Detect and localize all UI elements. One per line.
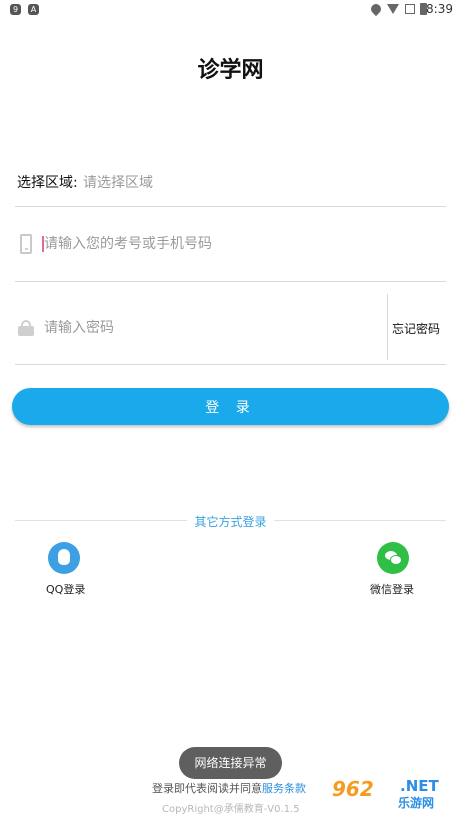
notification-icon: 9 — [10, 4, 21, 15]
wechat-icon — [391, 556, 401, 564]
qq-login-label: QQ登录 — [46, 583, 86, 596]
phone-input[interactable] — [44, 235, 374, 253]
qq-icon — [58, 549, 70, 565]
wechat-login-button[interactable] — [377, 542, 409, 574]
agreement-prefix: 登录即代表阅读并同意 — [152, 782, 262, 795]
login-button[interactable]: 登 录 — [12, 388, 449, 425]
divider — [15, 364, 446, 365]
location-icon — [368, 1, 384, 17]
field-separator — [387, 294, 388, 360]
lock-icon — [18, 320, 34, 336]
region-select[interactable]: 请选择区域 — [83, 172, 153, 192]
notification-icon: A — [28, 4, 39, 15]
phone-icon — [20, 234, 32, 254]
watermark-site: 乐游网 — [398, 796, 435, 810]
watermark-net: .NET — [400, 777, 439, 795]
copyright-text: CopyRight@承儒教育-V0.1.5 — [162, 804, 300, 815]
watermark-number: 962 — [332, 777, 374, 801]
password-input[interactable] — [44, 319, 374, 337]
other-login-label: 其它方式登录 — [194, 515, 267, 529]
no-signal-icon — [405, 4, 415, 14]
status-bar: 9 A 8:39 — [0, 0, 461, 20]
region-label: 选择区域: — [17, 175, 78, 191]
status-time: 8:39 — [426, 2, 453, 16]
agreement-text: 登录即代表阅读并同意服务条款 — [152, 780, 306, 796]
toast-message: 网络连接异常 — [179, 747, 282, 779]
divider — [15, 281, 446, 282]
wifi-icon — [387, 4, 399, 14]
site-watermark: 962 .NET 乐游网 — [322, 774, 455, 812]
divider — [15, 206, 446, 207]
qq-login-button[interactable] — [48, 542, 80, 574]
page-title: 诊学网 — [197, 58, 264, 83]
terms-link[interactable]: 服务条款 — [262, 782, 306, 795]
wechat-login-label: 微信登录 — [370, 583, 414, 596]
forgot-password-button[interactable]: 忘记密码 — [392, 320, 440, 337]
